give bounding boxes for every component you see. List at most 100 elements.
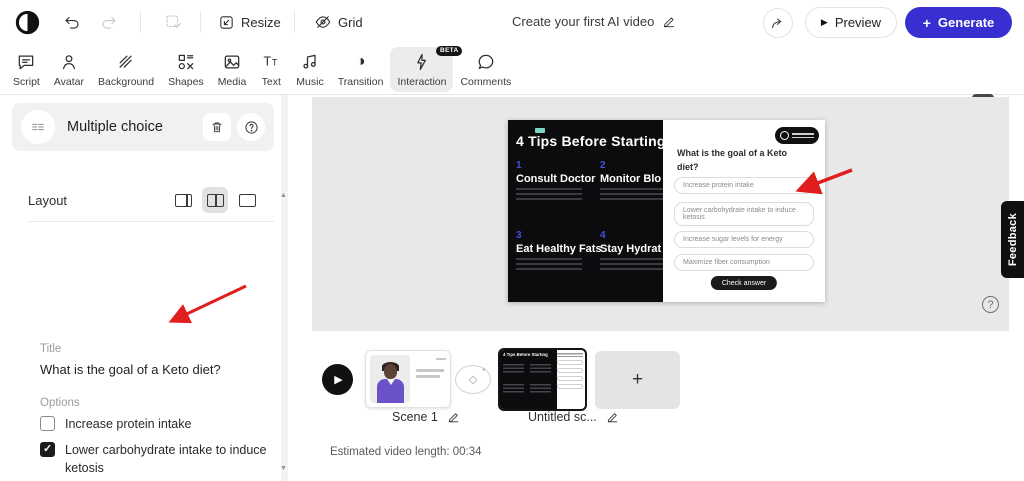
generate-button[interactable]: + Generate — [905, 7, 1012, 38]
checkbox[interactable] — [40, 442, 55, 457]
preview-button[interactable]: ▶ Preview — [805, 7, 897, 38]
interaction-settings-panel: Multiple choice Layout Title What is the… — [0, 95, 290, 481]
share-button[interactable] — [763, 8, 793, 38]
media-icon — [222, 51, 242, 73]
tab-background[interactable]: Background — [91, 47, 161, 92]
resize-label: Resize — [241, 15, 281, 30]
estimated-length-text: Estimated video length: 00:34 — [330, 446, 482, 458]
shapes-icon — [176, 51, 196, 73]
avatar-thumbnail — [370, 355, 410, 403]
help-button[interactable] — [237, 113, 265, 141]
delete-interaction-button[interactable] — [203, 113, 231, 141]
script-icon — [16, 51, 36, 73]
tab-avatar[interactable]: Avatar — [47, 47, 91, 92]
grid-toggle-button[interactable]: Grid — [308, 7, 369, 37]
edit-scene-icon[interactable] — [606, 411, 619, 424]
divider — [28, 221, 274, 222]
slide-tip: 3 Eat Healthy Fats — [516, 230, 596, 271]
option-row[interactable]: Increase protein intake — [40, 415, 275, 433]
option-row[interactable]: Lower carbohydrate intake to induce keto… — [40, 441, 275, 477]
music-icon — [300, 51, 320, 73]
trash-icon — [210, 120, 224, 134]
layout-row: Layout — [28, 187, 260, 213]
grid-label: Grid — [338, 15, 363, 30]
slide-tip: 1 Consult Doctor — [516, 160, 596, 201]
text-icon: TT — [260, 51, 282, 73]
scene-1-thumbnail[interactable] — [365, 350, 451, 408]
editor-ribbon: Script Avatar Background Shapes Media TT… — [0, 44, 1024, 95]
panel-scrollbar[interactable] — [281, 95, 288, 481]
transition-diamond-icon: ◇ — [469, 373, 477, 386]
save-status-icon[interactable] — [158, 7, 188, 37]
layout-label: Layout — [28, 193, 170, 208]
question-icon — [244, 120, 259, 135]
scene-1-label[interactable]: Scene 1 — [392, 410, 460, 424]
question-title-field[interactable]: What is the goal of a Keto diet? — [40, 362, 221, 377]
play-icon: ▶ — [334, 373, 342, 386]
scroll-up-icon[interactable]: ▲ — [280, 192, 287, 199]
check-answer-button[interactable]: Check answer — [711, 276, 777, 290]
avatar-icon — [59, 51, 79, 73]
document-title[interactable]: Create your first AI video — [512, 14, 676, 29]
layout-option-full[interactable] — [234, 187, 260, 213]
video-preview[interactable]: 4 Tips Before Starting 1 Consult Doctor … — [508, 120, 825, 302]
edit-title-icon[interactable] — [662, 15, 676, 29]
tab-script[interactable]: Script — [6, 47, 47, 92]
tip-body-placeholder — [600, 258, 663, 271]
undo-button[interactable] — [57, 7, 87, 37]
video-canvas-stage: 4 Tips Before Starting 1 Consult Doctor … — [312, 97, 1009, 331]
panel-title: Multiple choice — [67, 119, 197, 135]
mini-slide: 4 Tips Before Starting — [500, 350, 557, 409]
tab-interaction[interactable]: Interaction BETA — [390, 47, 453, 92]
timeline-play-button[interactable]: ▶ — [322, 364, 353, 395]
slide-tip: 2 Monitor Blo — [600, 160, 663, 201]
tab-transition[interactable]: ◑ Transition — [331, 47, 391, 92]
add-scene-button[interactable]: + — [595, 351, 680, 409]
resize-button[interactable]: Resize — [212, 7, 287, 37]
background-icon — [116, 51, 136, 73]
layout-option-right-panel[interactable] — [170, 187, 196, 213]
top-toolbar: Resize Grid Create your first AI video ▶… — [0, 0, 1024, 44]
layout-option-split[interactable] — [202, 187, 228, 213]
tab-text[interactable]: TT Text — [253, 47, 289, 92]
edit-scene-icon[interactable] — [447, 411, 460, 424]
quiz-option[interactable]: Maximize fiber consumption — [674, 254, 814, 271]
tip-body-placeholder — [516, 188, 582, 201]
tip-body-placeholder — [600, 188, 663, 201]
app-window: Resize Grid Create your first AI video ▶… — [0, 0, 1024, 481]
slide-tip: 4 Stay Hydrat — [600, 230, 663, 271]
tab-music[interactable]: Music — [289, 47, 330, 92]
quiz-panel: What is the goal of a Keto diet? Increas… — [663, 120, 825, 302]
checkbox[interactable] — [40, 416, 55, 431]
tab-comments[interactable]: Comments — [453, 47, 518, 92]
panel-header: Multiple choice — [12, 103, 274, 151]
tip-body-placeholder — [516, 258, 582, 271]
svg-text:T: T — [272, 57, 278, 67]
multiple-choice-icon — [21, 110, 55, 144]
brand-logo-icon — [780, 131, 789, 140]
feedback-tab[interactable]: Feedback — [1001, 201, 1024, 278]
interaction-icon — [412, 51, 432, 73]
tab-shapes[interactable]: Shapes — [161, 47, 211, 92]
scene-2-label[interactable]: Untitled sc... — [528, 410, 619, 424]
tab-media[interactable]: Media — [211, 47, 254, 92]
redo-button[interactable] — [94, 7, 124, 37]
quiz-option[interactable]: Lower carbohydrate intake to induce keto… — [674, 202, 814, 226]
plus-icon: + — [923, 15, 931, 31]
scroll-down-icon[interactable]: ▼ — [280, 465, 287, 472]
title-label: Title — [40, 343, 61, 355]
scene-2-thumbnail-selected[interactable]: 4 Tips Before Starting — [498, 348, 587, 411]
slide-heading: 4 Tips Before Starting — [516, 133, 663, 149]
play-icon: ▶ — [821, 17, 828, 28]
slide-content: 4 Tips Before Starting 1 Consult Doctor … — [508, 120, 663, 302]
add-transition-button[interactable]: ◇ + — [455, 365, 491, 394]
toolbar-divider — [200, 11, 201, 33]
quiz-option[interactable]: Increase sugar levels for energy — [674, 231, 814, 248]
quiz-option[interactable]: Increase protein intake — [674, 177, 814, 194]
mini-quiz — [557, 353, 583, 392]
app-logo-icon[interactable] — [14, 9, 41, 36]
options-label: Options — [40, 397, 80, 409]
toolbar-divider — [294, 11, 295, 33]
brand-logo-pill — [775, 127, 819, 144]
canvas-help-button[interactable]: ? — [982, 296, 999, 313]
